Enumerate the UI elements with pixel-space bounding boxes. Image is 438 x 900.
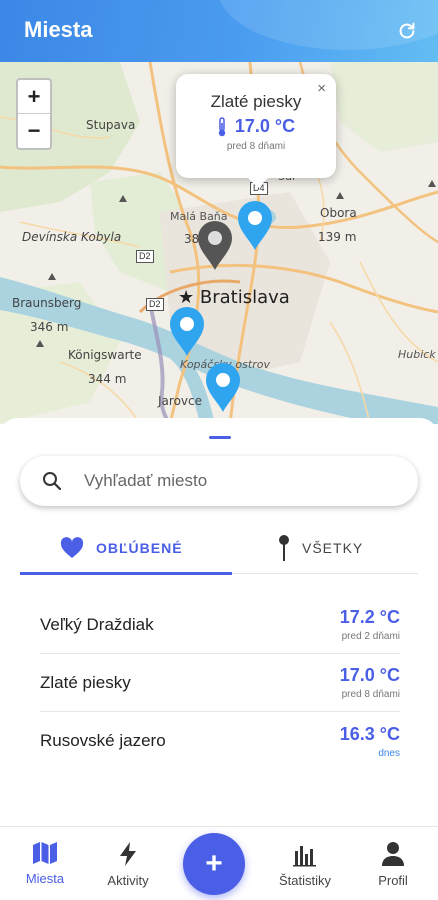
map-label-obora: Obora	[320, 206, 357, 220]
search-bar	[20, 456, 418, 506]
popup-place-name: Zlaté piesky	[210, 92, 302, 111]
place-reading: 17.0 °C pred 8 dňami	[340, 665, 400, 700]
search-input[interactable]	[84, 471, 384, 491]
thermometer-icon	[218, 116, 226, 136]
map-label-stupava: Stupava	[86, 118, 136, 132]
place-name: Zlaté piesky	[40, 672, 131, 692]
list-item[interactable]: Zlaté piesky 17.0 °C pred 8 dňami	[40, 654, 400, 712]
bottom-nav: Miesta Aktivity + Štatistiky Profil	[0, 826, 438, 900]
popup-temperature: 17.0 °C	[234, 116, 296, 136]
tab-all[interactable]: VŠETKY	[278, 522, 363, 574]
tab-favorites-label: OBĽÚBENÉ	[96, 540, 183, 556]
tab-all-label: VŠETKY	[302, 540, 364, 556]
places-sheet: OBĽÚBENÉ VŠETKY Veľký Draždiak 17.2 °C p…	[0, 418, 438, 826]
map-label-devinska-kobyla: Devínska Kobyla	[22, 230, 122, 244]
nav-places-label: Miesta	[25, 871, 65, 886]
place-reading: 17.2 °C pred 2 dňami	[340, 607, 400, 642]
page-title: Miesta	[24, 17, 93, 42]
map-label-konigswarte-height: 344 m	[88, 372, 127, 386]
tab-favorites[interactable]: OBĽÚBENÉ	[60, 522, 183, 574]
place-updated: pred 2 dňami	[341, 631, 400, 642]
map-pin-gray[interactable]	[196, 220, 234, 272]
road-tag-d2-top: D2	[136, 250, 154, 263]
list-item[interactable]: Veľký Draždiak 17.2 °C pred 2 dňami	[40, 596, 400, 654]
nav-places[interactable]: Miesta	[5, 841, 85, 886]
place-updated: pred 8 dňami	[341, 689, 400, 700]
map-label-obora-height: 139 m	[318, 230, 357, 244]
nav-statistics-label: Štatistiky	[278, 873, 331, 888]
search-icon	[43, 472, 62, 491]
map-label-bratislava: ★ Bratislava	[178, 287, 290, 308]
lightning-icon	[120, 842, 136, 866]
nav-activities[interactable]: Aktivity	[88, 841, 168, 888]
add-button[interactable]: +	[183, 833, 245, 895]
tabs: OBĽÚBENÉ VŠETKY	[20, 522, 418, 575]
map-pin-zlate-piesky[interactable]	[236, 200, 274, 252]
map-label-bratislava-text: Bratislava	[199, 287, 290, 308]
map-label-hubicka: Hubick	[398, 348, 436, 361]
nav-statistics[interactable]: Štatistiky	[265, 841, 345, 888]
zoom-control: + −	[16, 78, 52, 150]
map-icon	[33, 842, 57, 864]
place-updated: dnes	[378, 747, 400, 759]
map-label-braunsberg-height: 346 m	[30, 320, 69, 334]
bar-chart-icon	[293, 846, 316, 867]
zoom-out-button[interactable]: −	[18, 114, 50, 148]
place-name: Veľký Draždiak	[40, 614, 154, 634]
map-pin-rusovske-jazero[interactable]	[204, 362, 242, 414]
active-tab-indicator	[20, 572, 232, 575]
place-reading: 16.3 °C dnes	[340, 724, 400, 759]
map-label-konigswarte: Königswarte	[68, 348, 142, 362]
map-popup: × Zlaté piesky 17.0 °C pred 8 dňami	[176, 74, 336, 188]
nav-profile-label: Profil	[378, 873, 408, 888]
places-list: Veľký Draždiak 17.2 °C pred 2 dňami Zlat…	[40, 596, 400, 770]
pin-icon	[279, 535, 289, 561]
popup-updated: pred 8 dňami	[226, 141, 286, 152]
map-pin-velky-drazdiak[interactable]	[168, 306, 206, 358]
heart-icon	[60, 537, 84, 558]
map-label-braunsberg: Braunsberg	[12, 296, 82, 310]
popup-temperature-row: 17.0 °C	[176, 116, 336, 137]
list-item[interactable]: Rusovské jazero 16.3 °C dnes	[40, 712, 400, 770]
sheet-drag-handle[interactable]	[209, 436, 231, 439]
nav-activities-label: Aktivity	[107, 873, 149, 888]
place-temperature: 17.2 °C	[339, 607, 400, 627]
road-tag-d2-bottom: D2	[146, 298, 164, 311]
map-view[interactable]: Stupava Malá Baňa Devínska Kobyla Obora …	[0, 62, 438, 424]
app-header: Miesta	[0, 0, 438, 62]
refresh-icon[interactable]	[396, 20, 418, 42]
zoom-in-button[interactable]: +	[18, 80, 50, 114]
place-temperature: 16.3 °C	[339, 723, 400, 744]
user-icon	[382, 842, 404, 866]
map-label-jarovce: Jarovce	[158, 394, 202, 408]
place-name: Rusovské jazero	[40, 731, 166, 750]
place-temperature: 17.0 °C	[339, 665, 400, 685]
nav-profile[interactable]: Profil	[353, 841, 433, 888]
popup-close-button[interactable]: ×	[317, 80, 326, 97]
